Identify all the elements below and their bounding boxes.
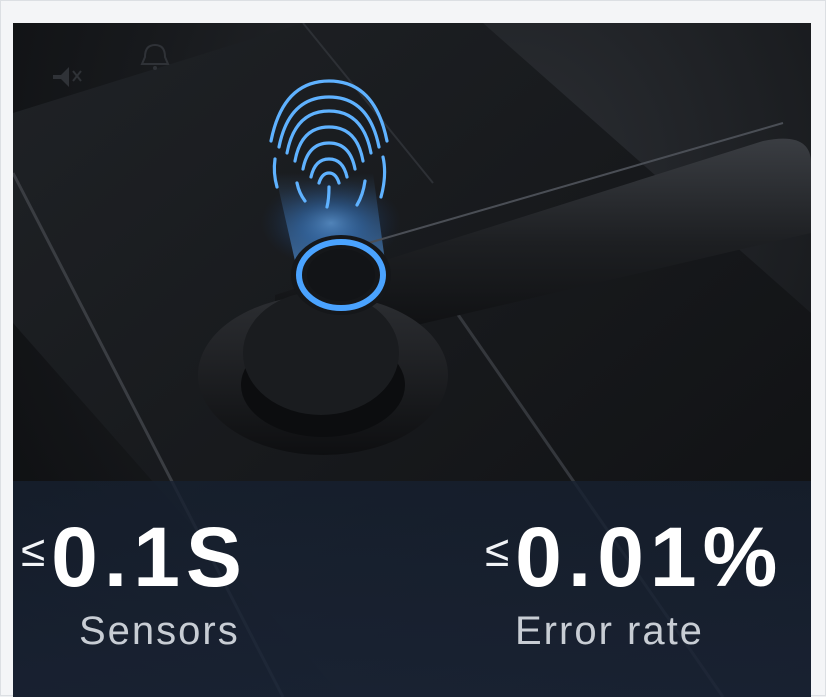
mute-icon	[53, 67, 82, 87]
less-equal-symbol: ≤	[21, 526, 46, 576]
error-rate-value: 0.01%	[515, 510, 784, 604]
response-time-stat: ≤0.1S	[21, 509, 248, 606]
error-rate-stat: ≤0.01%	[485, 509, 783, 606]
response-time-value: 0.1S	[51, 510, 248, 604]
image-frame: ≤0.1S Sensors ≤0.01% Error rate	[0, 0, 826, 697]
response-time-caption: Sensors	[79, 609, 240, 653]
sensor-pad	[307, 249, 375, 301]
less-equal-symbol: ≤	[485, 526, 510, 576]
error-rate-caption: Error rate	[515, 609, 704, 653]
